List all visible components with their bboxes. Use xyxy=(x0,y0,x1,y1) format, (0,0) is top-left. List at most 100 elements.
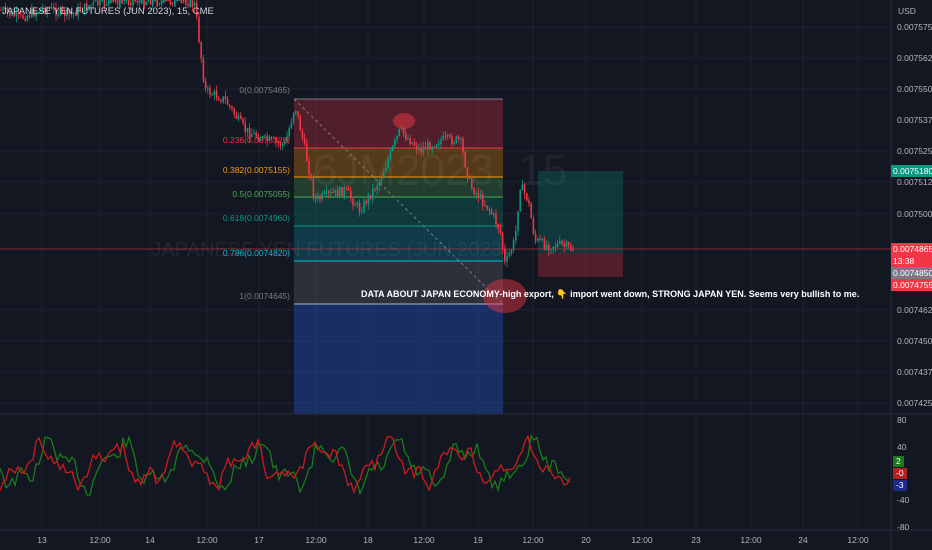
candle-body xyxy=(306,143,308,162)
symbol-title[interactable]: JAPANESE YEN FUTURES (JUN 2023), 15, CME xyxy=(2,6,214,17)
candle-body xyxy=(422,147,425,152)
candle-body xyxy=(475,192,477,195)
time-tick-label: 13 xyxy=(37,535,47,545)
price-tick-label: 0.0075625 xyxy=(897,53,932,63)
candle-body xyxy=(519,190,521,212)
price-axis-currency: USD xyxy=(898,6,916,16)
chart-canvas[interactable]: 6JM2023, 15 JAPANESE YEN FUTURES (JUN 20… xyxy=(0,0,932,550)
candle-body xyxy=(372,188,374,199)
candle-body xyxy=(363,200,365,212)
candle-body xyxy=(530,203,532,219)
candle-body xyxy=(350,190,352,199)
candle-body xyxy=(556,243,559,247)
candle-body xyxy=(479,194,482,199)
price-tick-label: 0.0074625 xyxy=(897,305,932,315)
candle-body xyxy=(297,111,299,117)
candle-body xyxy=(499,228,502,233)
candle-body xyxy=(312,178,315,197)
target-price-tag[interactable]: 0.0075180 xyxy=(891,165,932,177)
osc-value-green: 2 xyxy=(893,456,904,467)
candle-body xyxy=(123,0,125,1)
candle-body xyxy=(301,130,304,139)
candle-body xyxy=(323,192,326,194)
candle-body xyxy=(442,135,444,140)
candle-body xyxy=(387,159,389,168)
candle-body xyxy=(407,138,409,140)
candle-body xyxy=(391,145,394,151)
candle-body xyxy=(545,244,548,250)
candle-body xyxy=(24,18,26,21)
time-tick-label: 12:00 xyxy=(89,535,111,545)
candle-body xyxy=(180,0,183,4)
price-tick-label: 0.0074500 xyxy=(897,336,932,346)
candle-body xyxy=(457,136,460,139)
oscillator-tick-label: -40 xyxy=(897,495,910,505)
candle-body xyxy=(508,253,510,256)
candle-body xyxy=(171,2,174,5)
candle-body xyxy=(314,196,317,199)
candle-body xyxy=(365,200,367,204)
candle-body xyxy=(295,111,297,113)
candle-body xyxy=(383,172,385,179)
candle-body xyxy=(154,0,156,2)
time-tick-label: 12:00 xyxy=(196,535,218,545)
candle-body xyxy=(550,249,552,251)
candle-body xyxy=(121,0,123,4)
price-tick-label: 0.0075500 xyxy=(897,84,932,94)
candle-body xyxy=(253,132,255,135)
annotation-part2: import went down, STRONG JAPAN YEN. Seem… xyxy=(570,289,860,299)
candle-body xyxy=(182,0,185,2)
candle-body xyxy=(244,122,246,132)
candle-body xyxy=(369,194,372,199)
candle-body xyxy=(226,99,229,106)
candle-body xyxy=(130,2,132,5)
time-tick-label: 12:00 xyxy=(847,535,869,545)
candle-body xyxy=(460,138,462,140)
candle-body xyxy=(99,0,101,6)
candle-body xyxy=(389,150,392,160)
candle-body xyxy=(136,0,139,3)
time-tick-label: 12:00 xyxy=(305,535,327,545)
candle-body xyxy=(486,205,488,210)
fib-label-0: 0(0.0075465) xyxy=(239,85,290,95)
price-tick-label: 0.0075125 xyxy=(897,177,932,187)
osc-value-red: -0 xyxy=(893,468,907,479)
highlight-circle-top[interactable] xyxy=(393,113,415,129)
candle-body xyxy=(354,205,356,207)
candle-body xyxy=(132,0,134,6)
candle-body xyxy=(97,0,99,5)
candle-body xyxy=(202,58,205,82)
oscillator-lines xyxy=(0,434,571,496)
candle-body xyxy=(336,189,339,197)
candle-body xyxy=(517,211,519,231)
candle-body xyxy=(402,127,405,134)
candle-body xyxy=(418,147,420,150)
candle-body xyxy=(561,241,563,245)
time-tick-label: 24 xyxy=(798,535,808,545)
candle-body xyxy=(231,106,233,109)
price-tick-label: 0.0075000 xyxy=(897,209,932,219)
candle-body xyxy=(332,192,334,194)
candle-body xyxy=(528,200,530,204)
candle-body xyxy=(325,191,328,193)
candle-body xyxy=(570,245,572,251)
price-axis[interactable]: 0.0075750 0.0075625 0.0075500 0.0075375 0.00… xyxy=(897,22,932,408)
time-axis[interactable]: 13 12:00 14 12:00 17 12:00 18 12:00 19 12:00 20 12:… xyxy=(37,535,869,545)
candle-body xyxy=(534,233,537,241)
candle-body xyxy=(453,142,455,145)
candle-body xyxy=(420,147,422,152)
candle-body xyxy=(141,0,143,4)
candle-body xyxy=(240,115,242,119)
candle-body xyxy=(471,178,473,189)
candle-body xyxy=(433,146,436,148)
stop-price-tag[interactable]: 0.0074755 xyxy=(891,279,932,291)
fib-label-1: 1(0.0074645) xyxy=(239,291,290,301)
annotation-text[interactable]: DATA ABOUT JAPAN ECONOMY-high export, 👇 … xyxy=(361,289,859,300)
time-tick-label: 12:00 xyxy=(522,535,544,545)
last-price-tag[interactable]: 0.0074865 xyxy=(891,243,932,255)
candle-body xyxy=(352,198,354,206)
candle-body xyxy=(554,246,557,248)
candle-body xyxy=(512,240,515,251)
candle-body xyxy=(462,138,464,153)
candle-body xyxy=(497,224,499,229)
